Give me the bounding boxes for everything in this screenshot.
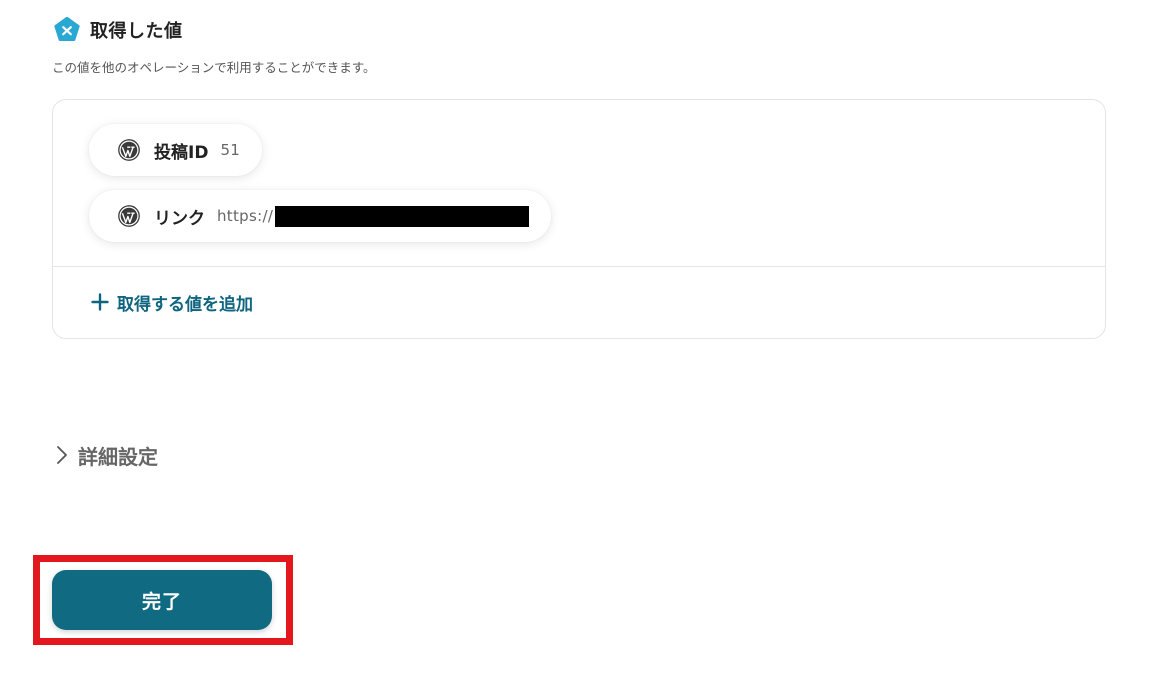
- advanced-settings-toggle[interactable]: 詳細設定: [56, 440, 158, 470]
- wordpress-icon: [118, 139, 140, 161]
- page: 取得した値 この値を他のオペレーションで利用することができます。 投稿ID 51: [0, 0, 1151, 678]
- wordpress-icon: [118, 205, 140, 227]
- yoom-logo-icon: [54, 17, 80, 41]
- values-card: 投稿ID 51 リンク https:// 取得する値を追加: [52, 99, 1106, 339]
- add-value-label: 取得する値を追加: [117, 294, 253, 315]
- advanced-settings-label: 詳細設定: [78, 444, 158, 469]
- chevron-right-icon: [57, 446, 67, 464]
- value-chips-area: 投稿ID 51 リンク https://: [53, 100, 1105, 267]
- add-value-button[interactable]: 取得する値を追加: [91, 288, 253, 316]
- plus-icon: [91, 293, 109, 311]
- value-text: https://: [217, 207, 274, 225]
- value-text: 51: [220, 141, 241, 159]
- redacted-block: [275, 205, 530, 227]
- value-chip-link[interactable]: リンク https://: [89, 190, 552, 242]
- section-title: 取得した値: [90, 21, 183, 42]
- value-label: 投稿ID: [154, 142, 209, 163]
- section-description: この値を他のオペレーションで利用することができます。: [52, 60, 376, 75]
- value-chip-post-id[interactable]: 投稿ID 51: [89, 124, 263, 176]
- value-label: リンク: [154, 208, 205, 229]
- section-header: 取得した値: [54, 16, 183, 44]
- done-button[interactable]: 完了: [52, 570, 272, 630]
